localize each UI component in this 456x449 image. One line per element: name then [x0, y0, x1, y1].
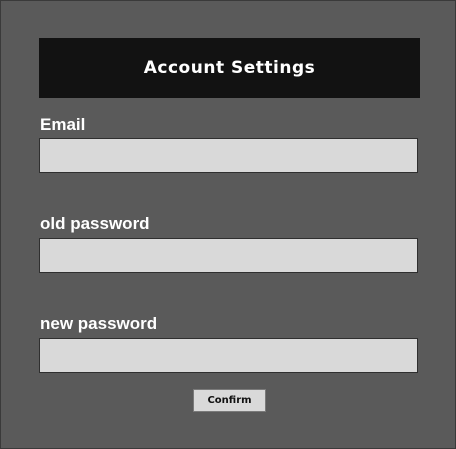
confirm-button[interactable]: Confirm	[193, 389, 266, 412]
new-password-label: new password	[40, 314, 158, 333]
old-password-label: old password	[40, 214, 150, 233]
new-password-field[interactable]	[39, 338, 418, 373]
page-title: Account Settings	[143, 58, 316, 78]
email-field[interactable]	[39, 138, 418, 173]
header-bar: Account Settings	[39, 38, 420, 98]
old-password-field[interactable]	[39, 238, 418, 273]
account-settings-panel: Account Settings Email old password new …	[0, 0, 456, 449]
email-label: Email	[40, 115, 86, 134]
